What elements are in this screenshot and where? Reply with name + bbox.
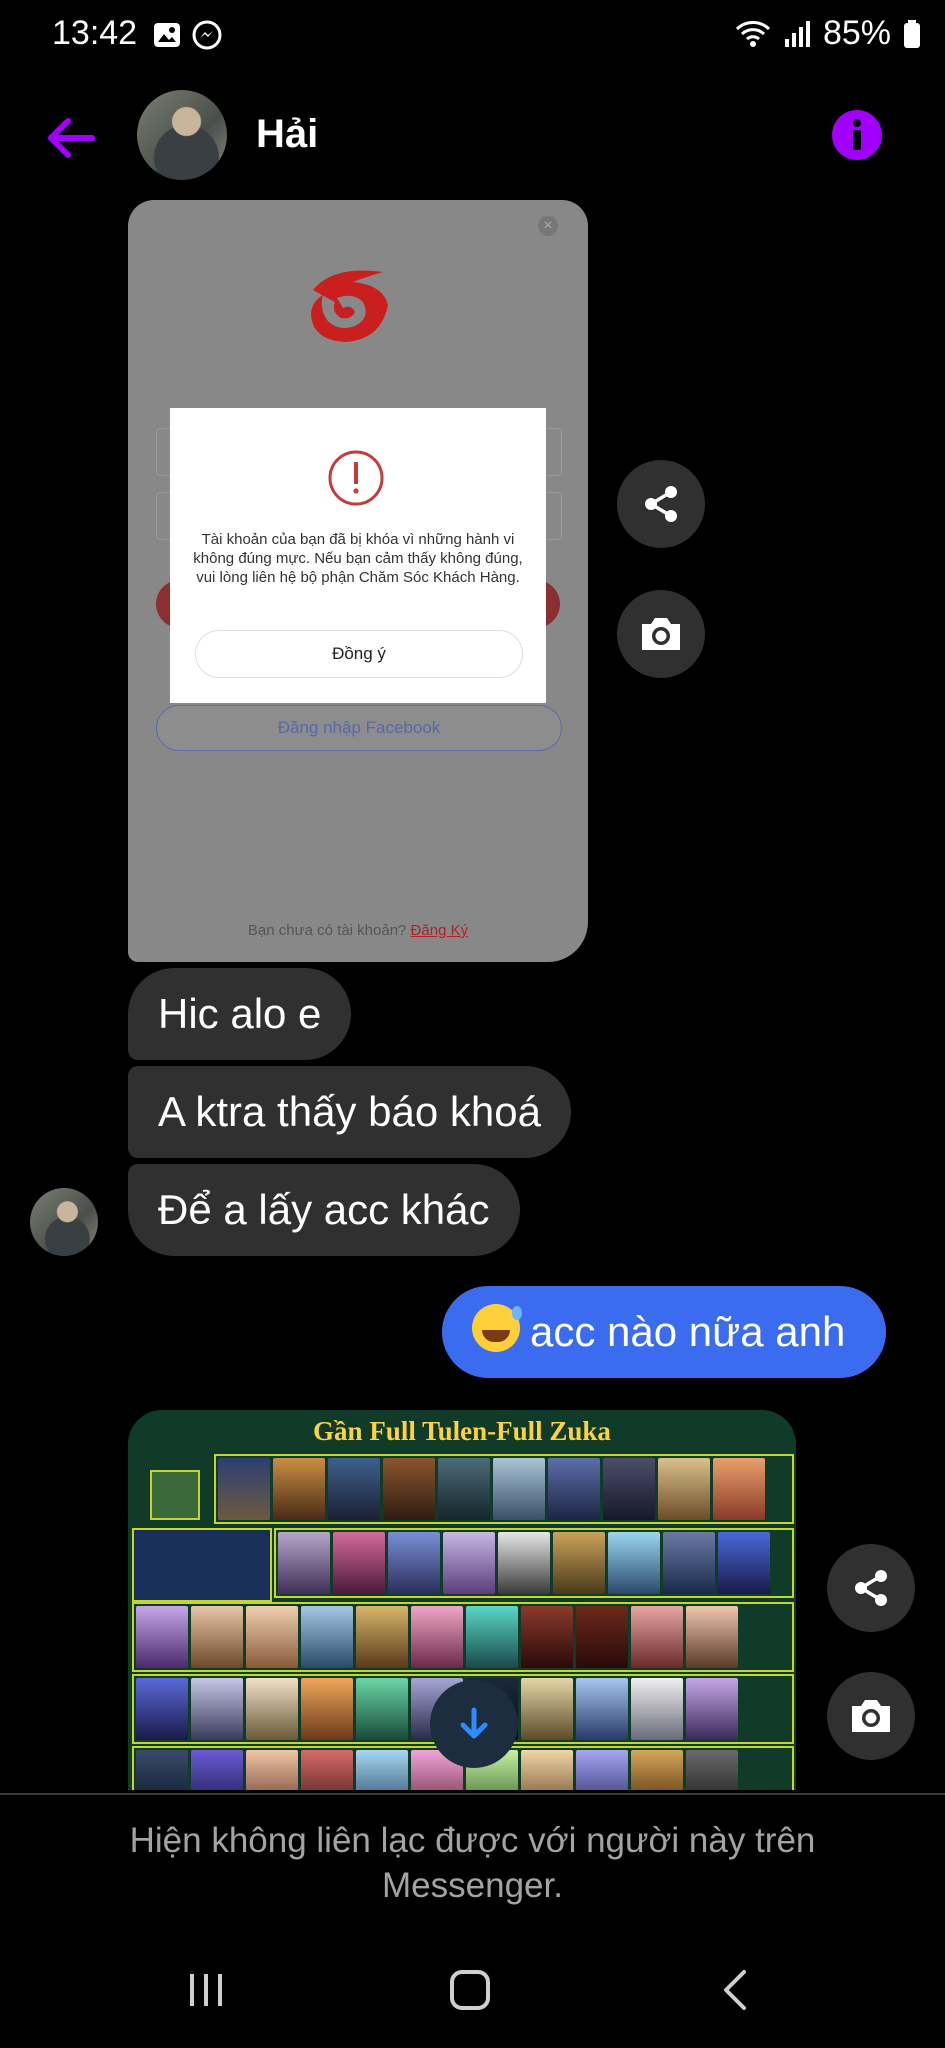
incoming-message[interactable]: Hic alo e [128,968,352,1060]
camera-button[interactable] [827,1672,915,1760]
hero-row [214,1454,794,1524]
dialog-ok-button: Đồng ý [195,630,523,678]
register-link: Đăng Ký [410,922,469,939]
status-time: 13:42 [52,14,138,52]
camera-icon [642,618,680,650]
info-icon [853,119,861,150]
back-icon [724,1970,746,2010]
account-locked-dialog: Tài khoản của bạn đã bị khóa vì những hà… [170,408,546,703]
sender-avatar [30,1188,98,1256]
system-back-button[interactable] [706,1960,766,2020]
wifi-icon [735,20,770,47]
player-avatar-thumb [150,1470,200,1520]
alert-icon [328,450,384,506]
arrow-left-icon [48,118,95,158]
contact-name[interactable]: Hải [256,112,318,157]
home-icon [450,1970,490,2010]
hero-row [132,1602,794,1672]
footer-divider [0,1793,945,1795]
share-button[interactable] [827,1544,915,1632]
battery-icon [904,19,920,48]
camera-button[interactable] [617,590,705,678]
messenger-icon [192,20,222,50]
status-right: 85% [735,14,921,53]
garena-logo [311,270,388,342]
info-button[interactable] [832,110,882,160]
camera-icon [852,1700,890,1732]
hero-row [274,1528,794,1598]
share-button[interactable] [617,460,705,548]
register-prompt: Bạn chưa có tài khoản? Đăng Ký [128,922,588,939]
dialog-message: Tài khoản của bạn đã bị khóa vì những hà… [193,531,523,586]
signal-icon [784,20,810,47]
scroll-to-bottom-button[interactable] [430,1680,518,1768]
grinning-sweat-emoji [472,1304,522,1352]
unavailable-notice: Hiện không liên lạc được với người này t… [129,1821,816,1905]
home-button[interactable] [440,1960,500,2020]
outgoing-message[interactable]: acc nào nữa anh [442,1286,886,1378]
outgoing-message-text: acc nào nữa anh [530,1308,846,1355]
close-icon: × [538,216,558,236]
contact-avatar[interactable] [137,90,227,180]
recents-icon [190,1974,222,2006]
arrow-down-icon [460,1707,488,1739]
register-prompt-text: Bạn chưa có tài khoản? [247,922,407,939]
back-button[interactable] [40,108,100,168]
incoming-message[interactable]: Để a lấy acc khác [128,1164,520,1256]
recents-button[interactable] [176,1960,236,2020]
battery-percent: 85% [822,14,891,52]
share-icon [645,486,677,522]
game-image-title: Gần Full Tulen-Full Zuka [313,1416,611,1446]
gallery-icon [152,20,182,50]
incoming-message[interactable]: A ktra thấy báo khoá [128,1066,571,1158]
share-icon [855,1570,887,1606]
facebook-login-button: Đăng nhập Facebook [156,705,562,751]
account-stats-panel [132,1528,272,1602]
